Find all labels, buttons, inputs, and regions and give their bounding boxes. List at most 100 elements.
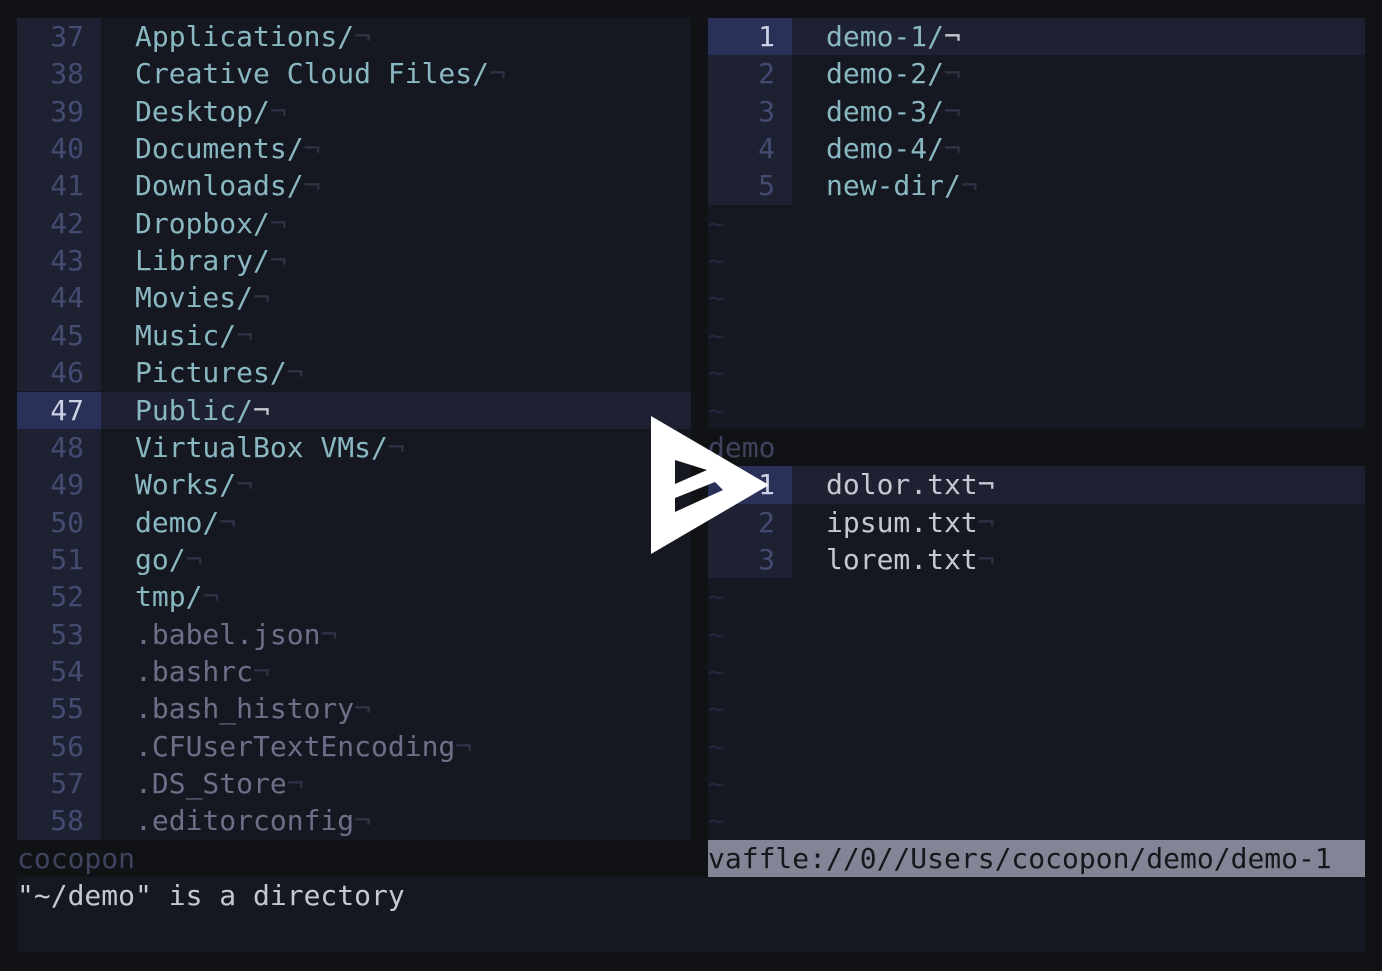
right-top-pane[interactable]: 1 demo-1/¬ 2 demo-2/¬ 3 demo-3/¬ 4 demo-4/¬ 5 new… <box>708 18 1365 429</box>
line-number: 53 <box>17 615 101 653</box>
entry-name-container: dolor.txt¬ <box>826 466 995 503</box>
file-entry[interactable]: .CFUserTextEncoding <box>135 730 455 763</box>
buffer-line[interactable]: 39 Desktop/¬ <box>17 92 691 131</box>
empty-line-tilde: ~ <box>708 692 725 726</box>
file-entry[interactable]: dolor.txt <box>826 468 978 501</box>
line-number: 1 <box>708 18 792 56</box>
buffer-line[interactable]: 58 .editorconfig¬ <box>17 802 691 840</box>
buffer-line[interactable]: 3 lorem.txt¬ <box>708 540 1365 579</box>
directory-entry[interactable]: VirtualBox VMs/ <box>135 431 388 464</box>
buffer-line[interactable]: 54 .bashrc¬ <box>17 652 691 691</box>
buffer-line[interactable]: 48 VirtualBox VMs/¬ <box>17 428 691 467</box>
buffer-line: ~ <box>708 242 1365 279</box>
active-status-line: vaffle://0//Users/cocopon/demo/demo-1 <box>708 839 1365 878</box>
file-entry[interactable]: .editorconfig <box>135 804 354 837</box>
line-number: 37 <box>17 18 101 56</box>
directory-entry[interactable]: Dropbox/ <box>135 207 270 240</box>
buffer-line[interactable]: 45 Music/¬ <box>17 316 691 355</box>
empty-line-tilde: ~ <box>708 244 725 278</box>
entry-name-container: demo-3/¬ <box>826 93 961 130</box>
buffer-line[interactable]: 47 Public/¬ <box>17 391 691 429</box>
directory-entry[interactable]: Music/ <box>135 319 236 352</box>
buffer-line[interactable]: 2 demo-2/¬ <box>708 55 1365 93</box>
file-entry[interactable]: .DS_Store <box>135 767 287 800</box>
line-number: 40 <box>17 130 101 168</box>
directory-entry[interactable]: Downloads/ <box>135 169 304 202</box>
buffer-line[interactable]: 55 .bash_history¬ <box>17 690 691 728</box>
buffer-line[interactable]: 38 Creative Cloud Files/¬ <box>17 55 691 93</box>
right-bottom-pane[interactable]: 1dolor.txt¬2ipsum.txt¬3lorem.txt¬~~~~~~~ <box>708 466 1365 840</box>
buffer-line[interactable]: 52 tmp/¬ <box>17 578 691 616</box>
buffer-line[interactable]: 42 Dropbox/¬ <box>17 204 691 243</box>
directory-entry[interactable]: demo-4/ <box>826 132 944 165</box>
directory-entry[interactable]: Creative Cloud Files/ <box>135 57 489 90</box>
buffer-line[interactable]: 40 Documents/¬ <box>17 130 691 168</box>
line-number: 56 <box>17 727 101 765</box>
buffer-line[interactable]: 51 go/¬ <box>17 540 691 579</box>
directory-entry[interactable]: tmp/ <box>135 580 202 613</box>
eol-marker: ¬ <box>960 169 978 203</box>
eol-marker: ¬ <box>387 430 405 464</box>
line-number: 47 <box>17 391 101 429</box>
entry-name-container: Public/¬ <box>135 392 270 429</box>
directory-entry[interactable]: Movies/ <box>135 281 253 314</box>
directory-entry[interactable]: Documents/ <box>135 132 304 165</box>
directory-entry[interactable]: demo/ <box>135 506 219 539</box>
file-entry[interactable]: lorem.txt <box>826 543 978 576</box>
file-entry[interactable]: .bash_history <box>135 692 354 725</box>
directory-entry[interactable]: new-dir/ <box>826 169 961 202</box>
file-entry[interactable]: .bashrc <box>135 655 253 688</box>
buffer-line: ~ <box>708 578 1365 615</box>
buffer-line[interactable]: 1 demo-1/¬ <box>708 18 1365 56</box>
file-entry[interactable]: .babel.json <box>135 618 320 651</box>
directory-entry[interactable]: Works/ <box>135 468 236 501</box>
directory-entry[interactable]: Public/ <box>135 394 253 427</box>
directory-entry[interactable]: Library/ <box>135 244 270 277</box>
buffer-line[interactable]: 1dolor.txt¬ <box>708 466 1365 504</box>
entry-name-container: ipsum.txt¬ <box>826 504 995 541</box>
eol-marker: ¬ <box>944 132 961 166</box>
buffer-line[interactable]: 2 ipsum.txt¬ <box>708 503 1365 541</box>
eol-marker: ¬ <box>977 468 995 502</box>
buffer-line[interactable]: 57 .DS_Store¬ <box>17 765 691 803</box>
eol-marker: ¬ <box>303 132 321 166</box>
directory-entry[interactable]: Desktop/ <box>135 95 270 128</box>
buffer-line[interactable]: 53 .babel.json¬ <box>17 615 691 653</box>
eol-marker: ¬ <box>219 505 237 539</box>
file-entry[interactable]: ipsum.txt <box>826 506 978 539</box>
line-number: 57 <box>17 765 101 803</box>
buffer-line[interactable]: 4 demo-4/¬ <box>708 130 1365 168</box>
directory-entry[interactable]: Applications/ <box>135 20 354 53</box>
buffer-line[interactable]: 5 new-dir/¬ <box>708 167 1365 205</box>
eol-marker: ¬ <box>269 206 287 240</box>
buffer-line[interactable]: 46 Pictures/¬ <box>17 354 691 392</box>
left-status-line: cocopon <box>17 839 708 878</box>
buffer-line[interactable]: 56 .CFUserTextEncoding¬ <box>17 727 691 765</box>
directory-entry[interactable]: Pictures/ <box>135 356 287 389</box>
eol-marker: ¬ <box>236 468 254 502</box>
buffer-line[interactable]: 3 demo-3/¬ <box>708 92 1365 131</box>
empty-line-tilde: ~ <box>708 206 725 240</box>
buffer-line[interactable]: 37 Applications/¬ <box>17 18 691 56</box>
buffer-line[interactable]: 41 Downloads/¬ <box>17 167 691 205</box>
directory-entry[interactable]: demo-3/ <box>826 95 944 128</box>
empty-line-tilde: ~ <box>708 281 725 315</box>
buffer-line[interactable]: 44 Movies/¬ <box>17 279 691 317</box>
directory-entry[interactable]: demo-2/ <box>826 57 944 90</box>
line-number: 39 <box>17 92 101 131</box>
buffer-line[interactable]: 43 Library/¬ <box>17 242 691 280</box>
left-pane[interactable]: 37 Applications/ ¬ 38 Creative Cloud Files/¬… <box>17 18 691 840</box>
entry-name-container: Downloads/¬ <box>135 167 320 204</box>
buffer-line[interactable]: 49 Works/¬ <box>17 466 691 504</box>
eol-marker: ¬ <box>944 57 961 91</box>
directory-entry[interactable]: go/ <box>135 543 186 576</box>
line-number: 49 <box>17 466 101 504</box>
buffer-line: ~ <box>708 653 1365 690</box>
buffer-line[interactable]: 50 demo/¬ <box>17 503 691 541</box>
eol-marker: ¬ <box>185 542 203 576</box>
line-number: 4 <box>708 130 792 168</box>
buffer-line: ~ <box>708 802 1365 839</box>
eol-marker: ¬ <box>269 244 287 278</box>
asciinema-play-icon[interactable] <box>645 412 775 558</box>
directory-entry[interactable]: demo-1/ <box>826 20 944 53</box>
